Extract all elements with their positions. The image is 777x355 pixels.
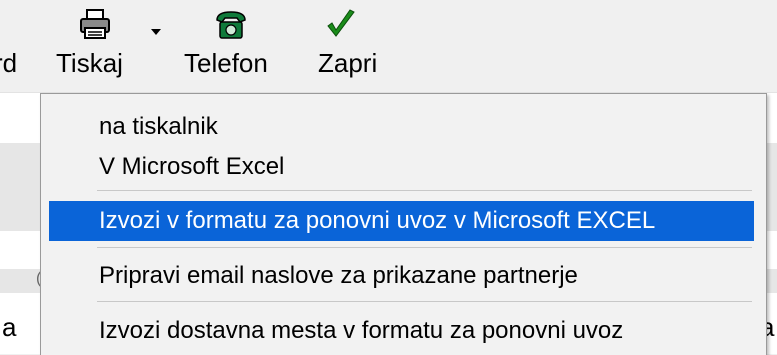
print-dropdown-arrow-icon[interactable] xyxy=(151,29,161,35)
close-button-label: Zapri xyxy=(318,48,378,78)
menu-item-export-reimport-excel[interactable]: Izvozi v formatu za ponovni uvoz v Micro… xyxy=(49,201,754,241)
menu-separator xyxy=(97,190,752,191)
checkmark-icon xyxy=(327,9,355,37)
print-button-label: Tiskaj xyxy=(56,48,123,78)
close-button[interactable]: Zapri xyxy=(300,0,380,92)
menu-separator xyxy=(97,247,752,248)
menu-item-prepare-email-addresses[interactable]: Pripravi email naslove za prikazane part… xyxy=(49,256,754,296)
printer-icon xyxy=(80,9,110,39)
menu-separator xyxy=(97,301,752,302)
print-button[interactable]: Tiskaj xyxy=(56,0,144,92)
grid-cell-fragment-left: a xyxy=(2,312,17,342)
menu-item-export-excel[interactable]: V Microsoft Excel xyxy=(49,147,754,187)
telephone-icon xyxy=(216,11,246,39)
toolbar: rd Tiskaj Telefon Zapri xyxy=(0,0,777,93)
menu-item-print-to-printer[interactable]: na tiskalnik xyxy=(49,107,754,147)
telephone-button-label: Telefon xyxy=(184,48,268,78)
menu-item-export-delivery-locations[interactable]: Izvozi dostavna mesta v formatu za ponov… xyxy=(49,311,754,351)
toolbar-partial-button-label[interactable]: rd xyxy=(0,48,17,78)
print-options-menu: na tiskalnik V Microsoft Excel Izvozi v … xyxy=(40,93,767,355)
telephone-button[interactable]: Telefon xyxy=(180,0,280,92)
